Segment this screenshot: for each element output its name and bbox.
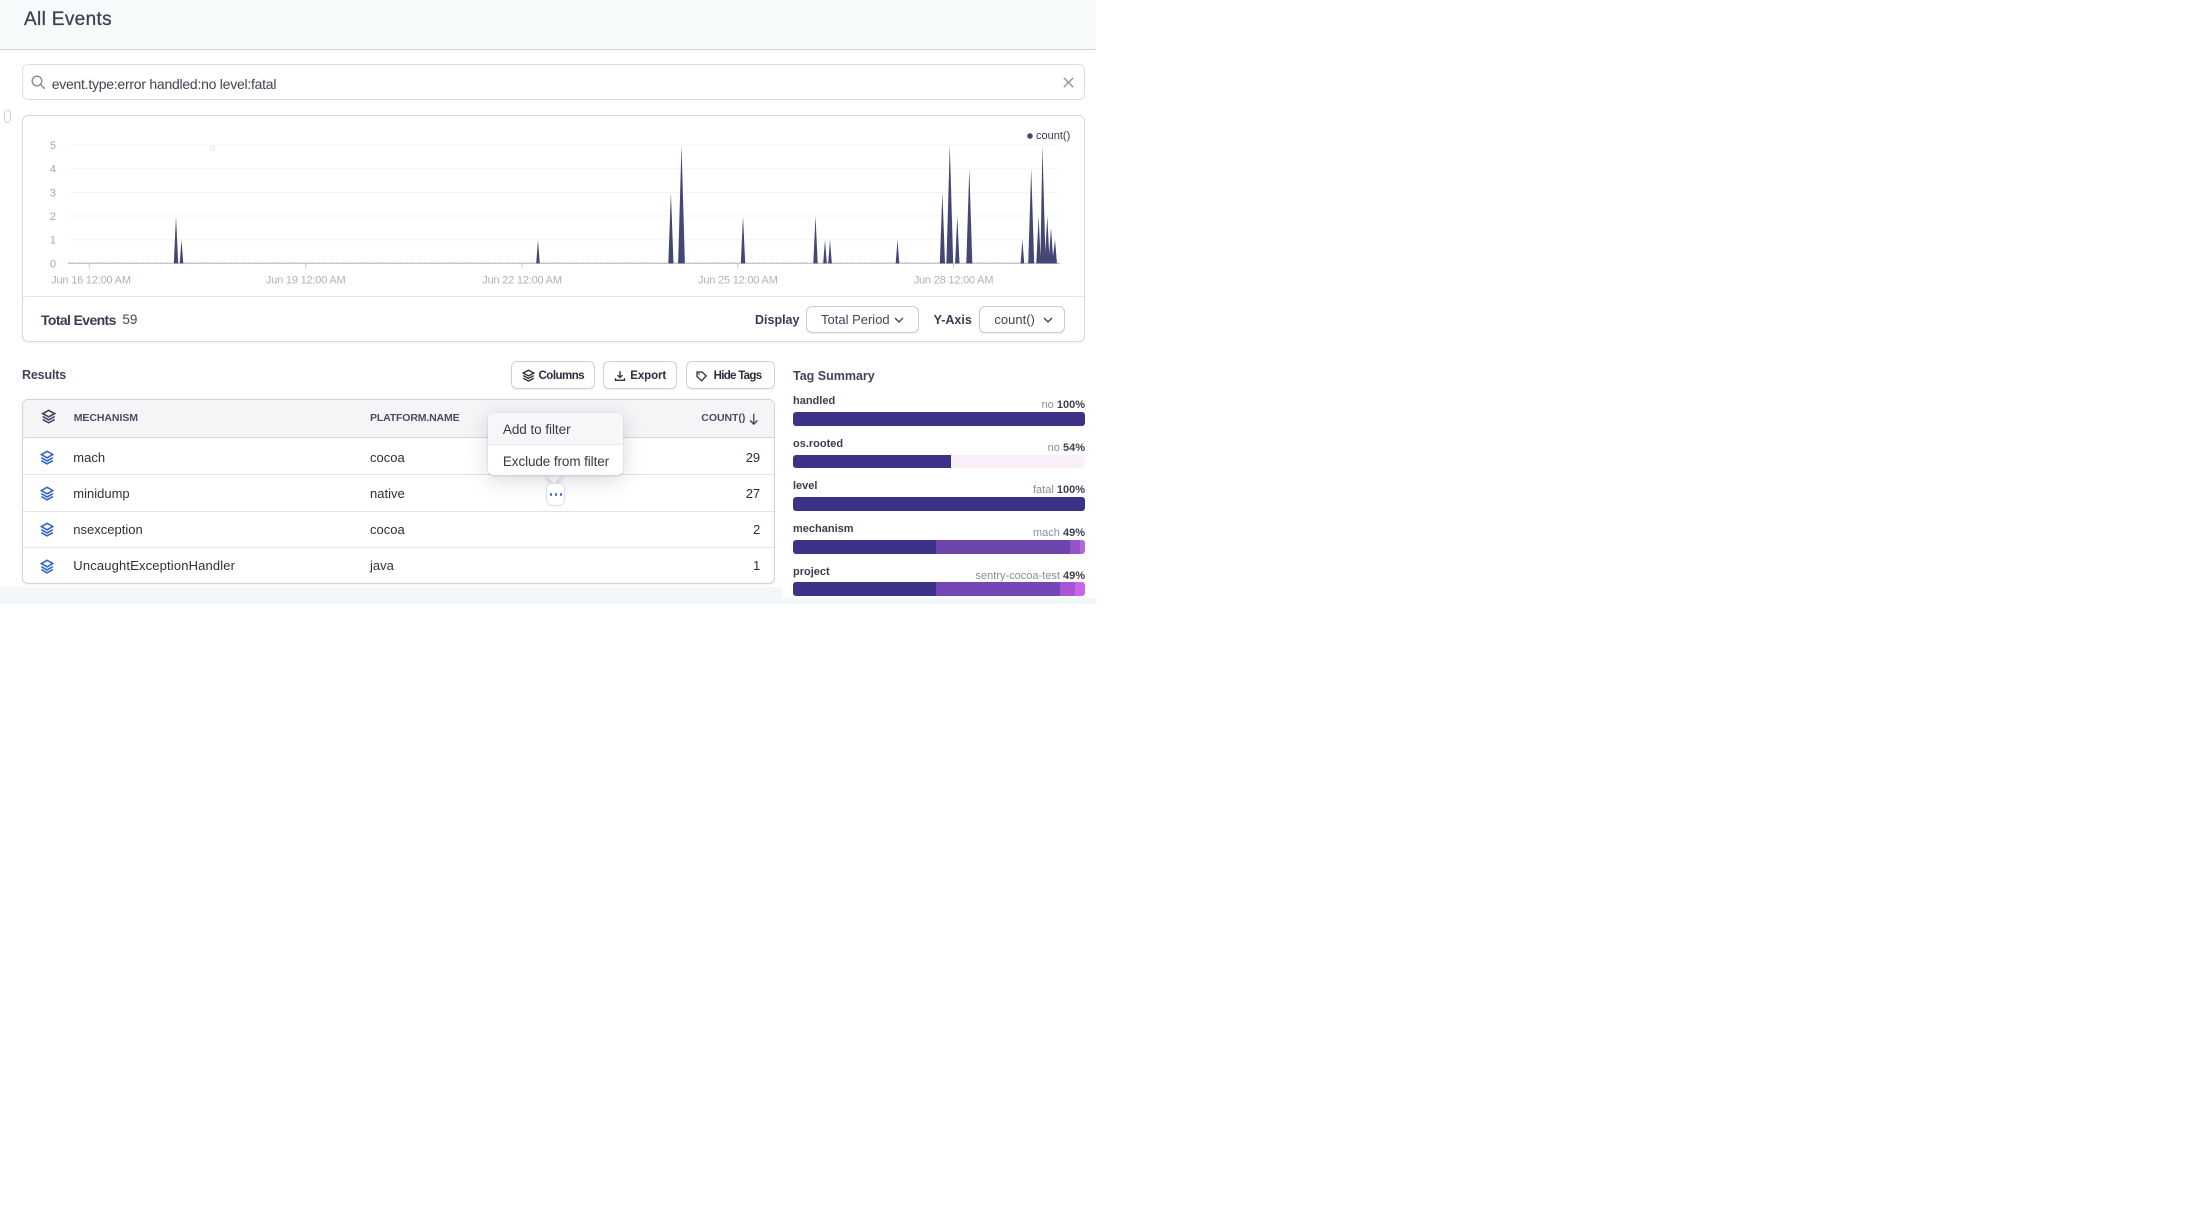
svg-text:0: 0 xyxy=(50,258,56,270)
svg-text:Jun 25 12:00 AM: Jun 25 12:00 AM xyxy=(698,275,778,287)
svg-text:4: 4 xyxy=(50,164,56,176)
svg-text:2: 2 xyxy=(50,211,56,223)
svg-text:5: 5 xyxy=(50,140,56,152)
svg-text:3: 3 xyxy=(50,187,56,199)
svg-text:Jun 28 12:00 AM: Jun 28 12:00 AM xyxy=(914,275,994,287)
svg-text:Jun 19 12:00 AM: Jun 19 12:00 AM xyxy=(266,275,346,287)
svg-text:1: 1 xyxy=(50,235,56,247)
svg-text:Jun 16 12:00 AM: Jun 16 12:00 AM xyxy=(51,275,131,287)
svg-text:Jun 22 12:00 AM: Jun 22 12:00 AM xyxy=(482,275,562,287)
